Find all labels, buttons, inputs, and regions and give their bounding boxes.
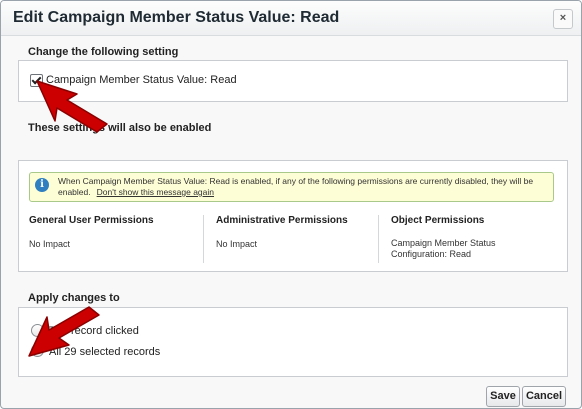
object-permissions-value: Campaign Member Status Configuration: Re… (391, 238, 496, 259)
cancel-button[interactable]: Cancel (522, 386, 566, 407)
annotation-arrow-icon (36, 80, 108, 133)
general-user-permissions-header: General User Permissions (29, 215, 154, 226)
dont-show-again-link[interactable]: Don't show this message again (97, 187, 214, 197)
object-permissions-header: Object Permissions (391, 215, 485, 226)
dialog-title-bar: Edit Campaign Member Status Value: Read … (1, 1, 581, 36)
close-button[interactable]: × (553, 9, 573, 29)
annotation-arrow-icon (28, 306, 100, 357)
info-message-box: i When Campaign Member Status Value: Rea… (29, 172, 554, 202)
enabled-settings-box: i When Campaign Member Status Value: Rea… (18, 160, 568, 272)
dialog-title: Edit Campaign Member Status Value: Read (13, 9, 340, 26)
administrative-permissions-value: No Impact (216, 239, 258, 249)
change-setting-heading: Change the following setting (28, 46, 179, 58)
column-divider (378, 215, 379, 263)
close-icon: × (559, 12, 567, 24)
info-message: When Campaign Member Status Value: Read … (58, 176, 548, 198)
administrative-permissions-header: Administrative Permissions (216, 215, 348, 226)
column-divider (203, 215, 204, 263)
general-user-permissions-value: No Impact (29, 239, 71, 249)
save-button[interactable]: Save (486, 386, 520, 407)
apply-changes-heading: Apply changes to (28, 292, 120, 304)
info-icon: i (35, 178, 49, 192)
